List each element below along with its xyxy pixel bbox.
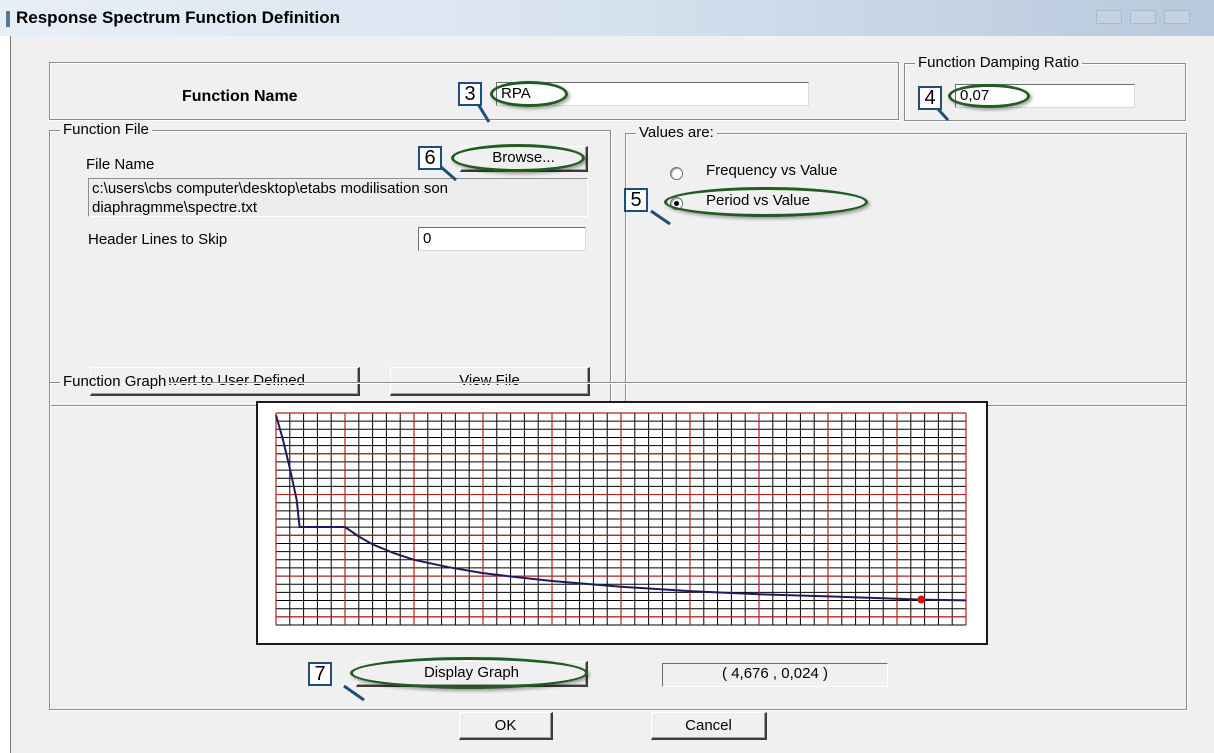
values-are-legend: Values are: <box>636 124 717 142</box>
maximize-button[interactable] <box>1130 10 1156 24</box>
header-lines-label: Header Lines to Skip <box>88 231 228 248</box>
header-lines-input[interactable]: 0 <box>418 227 586 251</box>
function-name-input[interactable]: RPA <box>496 82 809 106</box>
callout-3-number: 3 <box>458 82 482 106</box>
damping-ratio-legend: Function Damping Ratio <box>915 54 1082 72</box>
file-name-label: File Name <box>86 156 155 173</box>
window-icon <box>6 11 10 27</box>
function-graph-group: Function Graph Display Graph ( 4,676 , 0… <box>49 373 1187 710</box>
minimize-button[interactable] <box>1096 10 1122 24</box>
coordinate-readout: ( 4,676 , 0,024 ) <box>662 663 888 687</box>
callout-4-number: 4 <box>918 86 942 110</box>
close-button[interactable] <box>1164 10 1190 24</box>
function-name-label: Function Name <box>182 88 298 105</box>
function-file-legend: Function File <box>60 121 152 139</box>
cancel-button[interactable]: Cancel <box>651 712 767 740</box>
cursor-marker <box>917 595 926 604</box>
function-graph-legend: Function Graph <box>60 373 170 391</box>
window-title: Response Spectrum Function Definition <box>16 8 340 27</box>
function-file-group: Function File File Name Browse... c:\use… <box>49 121 611 406</box>
callout-6-number: 6 <box>418 146 442 170</box>
period-vs-value-label: Period vs Value <box>706 192 810 209</box>
browse-button[interactable]: Browse... <box>460 146 588 172</box>
display-graph-button[interactable]: Display Graph <box>356 661 588 687</box>
values-are-group: Values are: Frequency vs Value Period vs… <box>625 124 1187 406</box>
frequency-vs-value-radio[interactable] <box>670 167 683 180</box>
ok-button[interactable]: OK <box>459 712 553 740</box>
response-spectrum-dialog: Function Name RPA Function Damping Ratio… <box>10 36 1214 753</box>
file-path-display: c:\users\cbs computer\desktop\etabs modi… <box>88 178 588 217</box>
radio-selected-dot <box>674 201 679 206</box>
callout-5-number: 5 <box>624 188 648 212</box>
function-graph-chart[interactable] <box>256 401 988 645</box>
damping-ratio-group: Function Damping Ratio 0,07 <box>904 54 1186 121</box>
title-bar: Response Spectrum Function Definition <box>0 0 1214 36</box>
damping-ratio-input[interactable]: 0,07 <box>955 84 1135 108</box>
frequency-vs-value-label: Frequency vs Value <box>706 162 838 179</box>
period-vs-value-radio[interactable] <box>670 197 683 210</box>
callout-7-number: 7 <box>308 662 332 686</box>
